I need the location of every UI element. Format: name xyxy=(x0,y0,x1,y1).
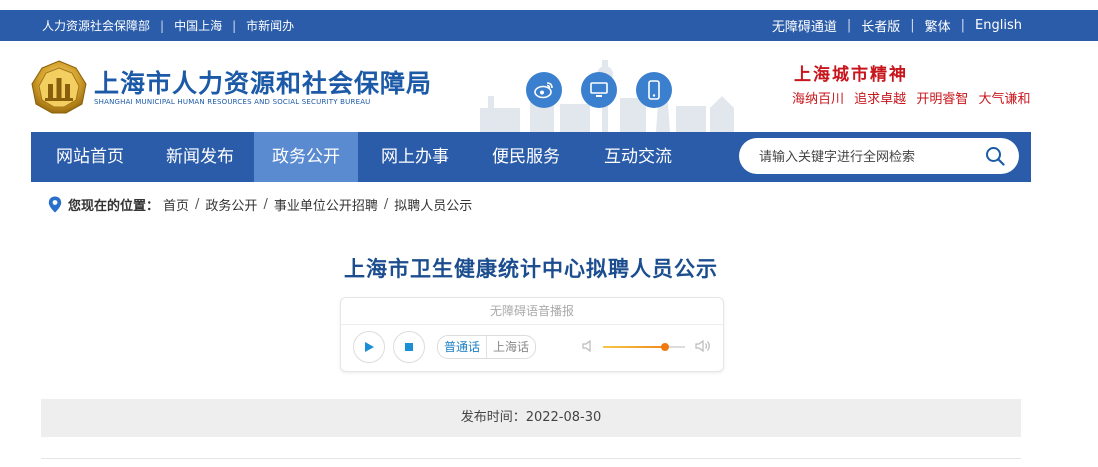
site-header: 上海市人力资源和社会保障局 SHANGHAI MUNICIPAL HUMAN R… xyxy=(30,42,1030,132)
stop-icon xyxy=(405,343,413,351)
breadcrumb-current[interactable]: 拟聘人员公示 xyxy=(394,195,472,214)
top-left-links: 人力资源社会保障部 | 中国上海 | 市新闻办 xyxy=(42,10,294,41)
site-title-english: SHANGHAI MUNICIPAL HUMAN RESOURCES AND S… xyxy=(94,98,371,106)
top-right-links: 无障碍通道 | 长者版 | 繁体 | English xyxy=(772,10,1022,41)
weibo-icon xyxy=(534,82,553,99)
weibo-button[interactable] xyxy=(526,72,562,108)
nav-item-interaction[interactable]: 互动交流 xyxy=(587,132,689,182)
spirit-word: 大气谦和 xyxy=(978,92,1031,107)
nav-item-public-services[interactable]: 便民服务 xyxy=(475,132,577,182)
link-mohrss[interactable]: 人力资源社会保障部 xyxy=(42,17,150,34)
audio-player: 无障碍语音播报 普通话 上海话 xyxy=(340,297,724,372)
volume-knob[interactable] xyxy=(660,343,669,351)
link-elderly-version[interactable]: 长者版 xyxy=(861,16,900,35)
audio-player-title: 无障碍语音播报 xyxy=(341,298,723,325)
desktop-icon xyxy=(590,82,608,97)
bureau-emblem-logo[interactable] xyxy=(30,60,88,114)
breadcrumb-label: 您现在的位置： xyxy=(68,199,160,214)
mobile-icon xyxy=(648,80,660,100)
separator: | xyxy=(232,18,237,33)
mobile-site-button[interactable] xyxy=(636,72,672,108)
breadcrumb-recruitment[interactable]: 事业单位公开招聘 xyxy=(274,195,378,214)
city-spirit-words: 海纳百川 追求卓越 开明睿智 大气谦和 xyxy=(792,88,1036,107)
breadcrumb: 您现在的位置： 首页 / 政务公开 / 事业单位公开招聘 / 拟聘人员公示 xyxy=(48,195,472,214)
divider xyxy=(41,458,1021,459)
language-selector: 普通话 上海话 xyxy=(437,335,537,359)
volume-fill xyxy=(603,346,665,348)
play-button[interactable] xyxy=(353,331,385,363)
breadcrumb-separator: / xyxy=(383,197,389,212)
publish-time: 发布时间：2022-08-30 xyxy=(41,399,1021,437)
nav-item-home[interactable]: 网站首页 xyxy=(41,132,139,182)
spirit-word: 开明睿智 xyxy=(916,92,969,107)
link-traditional-chinese[interactable]: 繁体 xyxy=(925,16,951,35)
separator: | xyxy=(160,18,165,33)
search-input[interactable] xyxy=(757,146,981,168)
separator: | xyxy=(846,18,852,33)
nav-item-government-affairs[interactable]: 政务公开 xyxy=(254,132,358,182)
article-title: 上海市卫生健康统计中心拟聘人员公示 xyxy=(344,257,718,281)
tab-mandarin[interactable]: 普通话 xyxy=(438,336,486,358)
separator: | xyxy=(910,18,915,33)
search-icon[interactable] xyxy=(985,146,1005,166)
tab-shanghainese[interactable]: 上海话 xyxy=(486,336,535,358)
play-icon xyxy=(365,342,374,352)
volume-low-icon xyxy=(582,339,591,353)
breadcrumb-home[interactable]: 首页 xyxy=(163,195,189,214)
site-title[interactable]: 上海市人力资源和社会保障局 xyxy=(94,64,432,100)
link-china-shanghai[interactable]: 中国上海 xyxy=(174,17,222,34)
spirit-word: 追求卓越 xyxy=(854,92,907,107)
nav-item-online-services[interactable]: 网上办事 xyxy=(365,132,465,182)
desktop-site-button[interactable] xyxy=(581,72,617,108)
breadcrumb-government-affairs[interactable]: 政务公开 xyxy=(205,195,257,214)
link-accessibility[interactable]: 无障碍通道 xyxy=(772,16,837,35)
site-search xyxy=(739,138,1019,174)
breadcrumb-separator: / xyxy=(195,197,200,212)
spirit-word: 海纳百川 xyxy=(792,92,845,107)
volume-slider[interactable] xyxy=(603,343,685,351)
breadcrumb-separator: / xyxy=(263,197,268,212)
link-press-office[interactable]: 市新闻办 xyxy=(246,17,294,34)
city-spirit-title: 上海城市精神 xyxy=(794,65,908,85)
location-pin-icon xyxy=(48,196,62,213)
separator: | xyxy=(960,18,966,33)
link-english[interactable]: English xyxy=(975,18,1022,33)
nav-item-news[interactable]: 新闻发布 xyxy=(149,132,251,182)
main-nav: 网站首页 新闻发布 政务公开 网上办事 便民服务 互动交流 xyxy=(31,132,1031,182)
top-bar: 人力资源社会保障部 | 中国上海 | 市新闻办 无障碍通道 | 长者版 | 繁体… xyxy=(0,10,1098,41)
stop-button[interactable] xyxy=(393,331,425,363)
volume-high-icon[interactable] xyxy=(695,339,711,353)
